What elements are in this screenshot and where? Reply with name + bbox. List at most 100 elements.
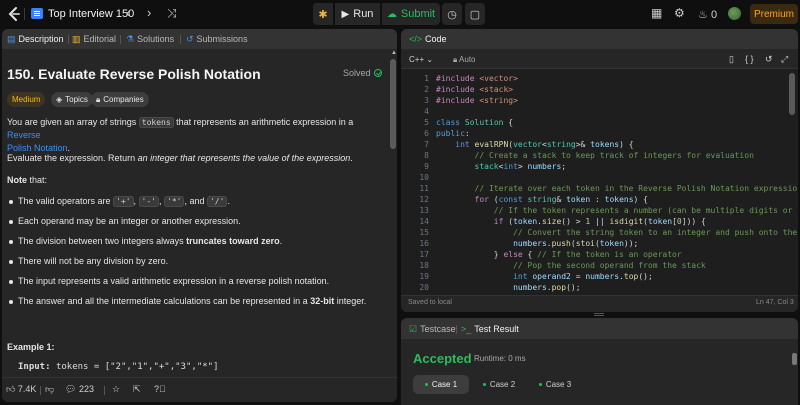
code-brackets-icon: </> xyxy=(409,34,423,44)
difficulty-badge: Medium xyxy=(7,92,46,107)
code-panel: </> Code C++ ⌄ 🔒︎ Auto ▯ { } ↺ ⤢ 1 #includ… xyxy=(401,29,798,312)
flame-icon: ♨ xyxy=(698,9,708,21)
pass-dot-icon xyxy=(538,383,542,386)
auto-mode-toggle[interactable]: 🔒︎ Auto xyxy=(453,55,476,65)
problem-intro: You are given an array of strings tokens… xyxy=(7,117,354,153)
user-avatar[interactable] xyxy=(728,7,741,20)
comment-icon: 💬︎ xyxy=(65,384,77,394)
share-icon[interactable]: ⇱ xyxy=(133,384,141,395)
panel-resize-handle[interactable] xyxy=(594,313,604,316)
thumbs-up-icon: 👍︎ xyxy=(6,384,16,394)
book-icon: ▥ xyxy=(72,34,81,44)
lock-icon: 🔒︎ xyxy=(96,94,101,104)
format-braces-icon[interactable]: { } xyxy=(745,54,754,64)
debug-bug-icon[interactable]: ✱ xyxy=(313,3,333,25)
premium-button[interactable]: Premium xyxy=(750,4,798,24)
reset-icon[interactable]: ↺ xyxy=(765,54,773,65)
tab-divider xyxy=(456,325,457,334)
run-submit-group: ✱ ▶ Run ☁ Submit xyxy=(313,3,440,25)
bullet-dot xyxy=(9,240,13,244)
bullet-valid: The input represents a valid arithmetic … xyxy=(18,276,330,286)
code-panel-header: </> Code xyxy=(401,29,798,49)
bullet-32bit: The answer and all the intermediate calc… xyxy=(18,296,367,306)
tab-submissions[interactable]: ↺ Submissions xyxy=(186,34,248,45)
bullet-division: The division between two integers always… xyxy=(18,236,283,246)
shuffle-icon[interactable]: ⤨ xyxy=(167,6,177,20)
fullscreen-icon[interactable]: ⤢ xyxy=(781,54,788,65)
history-icon: ↺ xyxy=(186,34,194,44)
inline-code: tokens xyxy=(138,117,174,128)
submit-label: Submit xyxy=(400,8,436,20)
document-icon: ▤ xyxy=(7,34,16,44)
tab-testcase[interactable]: ☑ Testcase xyxy=(409,324,456,335)
description-scrollbar[interactable] xyxy=(390,59,396,149)
note-icon[interactable]: ▢ xyxy=(465,3,485,25)
leetcode-logo-icon[interactable] xyxy=(6,6,22,22)
streak-count: 0 xyxy=(710,9,718,21)
example-input: Input: tokens = ["2","1","+","3","*"] xyxy=(18,362,219,372)
code-panel-title: </> Code xyxy=(409,34,447,44)
like-button[interactable]: 👍︎ 7.4K xyxy=(6,384,36,395)
editor-status-bar: Saved to local Ln 47, Col 3 xyxy=(401,295,798,312)
dislike-button[interactable]: 👎︎ xyxy=(45,384,54,395)
topbar-divider xyxy=(24,8,25,20)
language-select[interactable]: C++ ⌄ xyxy=(409,55,433,64)
streak-counter[interactable]: ♨ 0 xyxy=(698,8,717,21)
next-problem-icon[interactable]: › xyxy=(147,6,151,20)
editor-scrollbar[interactable] xyxy=(789,73,795,115)
check-circle-icon xyxy=(373,69,382,77)
scroll-up-arrow-icon[interactable]: ▲ xyxy=(391,50,397,56)
footer-divider xyxy=(104,386,105,395)
bullet-operands: Each operand may be an integer or anothe… xyxy=(18,216,241,226)
rpn-link[interactable]: Reverse xyxy=(7,130,41,140)
thumbs-down-icon: 👎︎ xyxy=(45,384,55,394)
bookmark-icon[interactable]: ▯ xyxy=(729,54,734,65)
example-title: Example 1: xyxy=(7,342,55,352)
layout-grid-icon[interactable]: ▦ xyxy=(651,6,662,20)
play-icon: ▶ xyxy=(341,8,350,20)
case-tab-2[interactable]: Case 2 xyxy=(473,375,525,394)
bullet-dot xyxy=(9,260,13,264)
cursor-position: Ln 47, Col 3 xyxy=(756,299,794,306)
case-tab-1[interactable]: Case 1 xyxy=(413,375,469,394)
pass-dot-icon xyxy=(424,383,428,386)
description-panel: ▤ Description ▥ Editorial ⚗ Solutions ↺ Subm… xyxy=(2,29,397,402)
result-scrollbar[interactable] xyxy=(792,353,797,365)
note-heading: Note that: xyxy=(7,175,48,185)
editor-toolbar: C++ ⌄ 🔒︎ Auto ▯ { } ↺ ⤢ xyxy=(401,49,798,69)
tab-description[interactable]: ▤ Description xyxy=(7,34,64,45)
prev-problem-icon[interactable]: ‹ xyxy=(126,6,130,20)
lock-icon: 🔒︎ xyxy=(453,55,458,64)
result-panel: ☑ Testcase >_ Test Result Accepted Runtime… xyxy=(401,318,798,405)
help-question-icon[interactable]: ?⃝ xyxy=(154,384,166,394)
footer-divider xyxy=(40,386,41,395)
tag-icon: ◈ xyxy=(56,95,63,104)
timer-icon[interactable]: ◷ xyxy=(442,3,462,25)
case-tab-3[interactable]: Case 3 xyxy=(529,375,581,394)
bullet-dot xyxy=(9,300,13,304)
tab-divider xyxy=(180,35,181,44)
comments-button[interactable]: 💬︎ 223 xyxy=(65,384,94,395)
solved-status: Solved xyxy=(343,68,382,78)
pass-dot-icon xyxy=(482,383,486,386)
companies-chip[interactable]: 🔒︎ Companies xyxy=(91,92,149,107)
tab-editorial[interactable]: ▥ Editorial xyxy=(72,34,116,45)
settings-gear-icon[interactable]: ⚙ xyxy=(674,6,685,20)
bullet-dot xyxy=(9,200,13,204)
tab-test-result[interactable]: >_ Test Result xyxy=(461,324,519,334)
code-editor[interactable]: 1 #include <vector> 2 #include <stack> 3 #i… xyxy=(401,73,798,292)
submit-button[interactable]: ☁ Submit xyxy=(382,3,440,25)
runtime-text: Runtime: 0 ms xyxy=(474,354,526,363)
description-footer: 👍︎ 7.4K 👎︎ 💬︎ 223 ☆ ⇱ ?⃝ xyxy=(2,377,397,402)
problem-list-icon[interactable] xyxy=(31,8,43,19)
tab-solutions[interactable]: ⚗ Solutions xyxy=(126,34,174,45)
topics-chip[interactable]: ◈ Topics xyxy=(51,92,93,107)
favorite-star-icon[interactable]: ☆ xyxy=(112,384,120,395)
left-tab-bar: ▤ Description ▥ Editorial ⚗ Solutions ↺ Subm… xyxy=(2,29,397,49)
study-plan-title[interactable]: Top Interview 150 xyxy=(48,8,134,20)
problem-title[interactable]: 150. Evaluate Reverse Polish Notation xyxy=(7,66,261,82)
run-button[interactable]: ▶ Run xyxy=(335,3,380,25)
top-bar: Top Interview 150 ‹ › ⤨ ✱ ▶ Run ☁ Submit ◷… xyxy=(0,0,800,28)
save-status: Saved to local xyxy=(408,299,452,306)
result-tab-bar: ☑ Testcase >_ Test Result xyxy=(401,318,798,339)
